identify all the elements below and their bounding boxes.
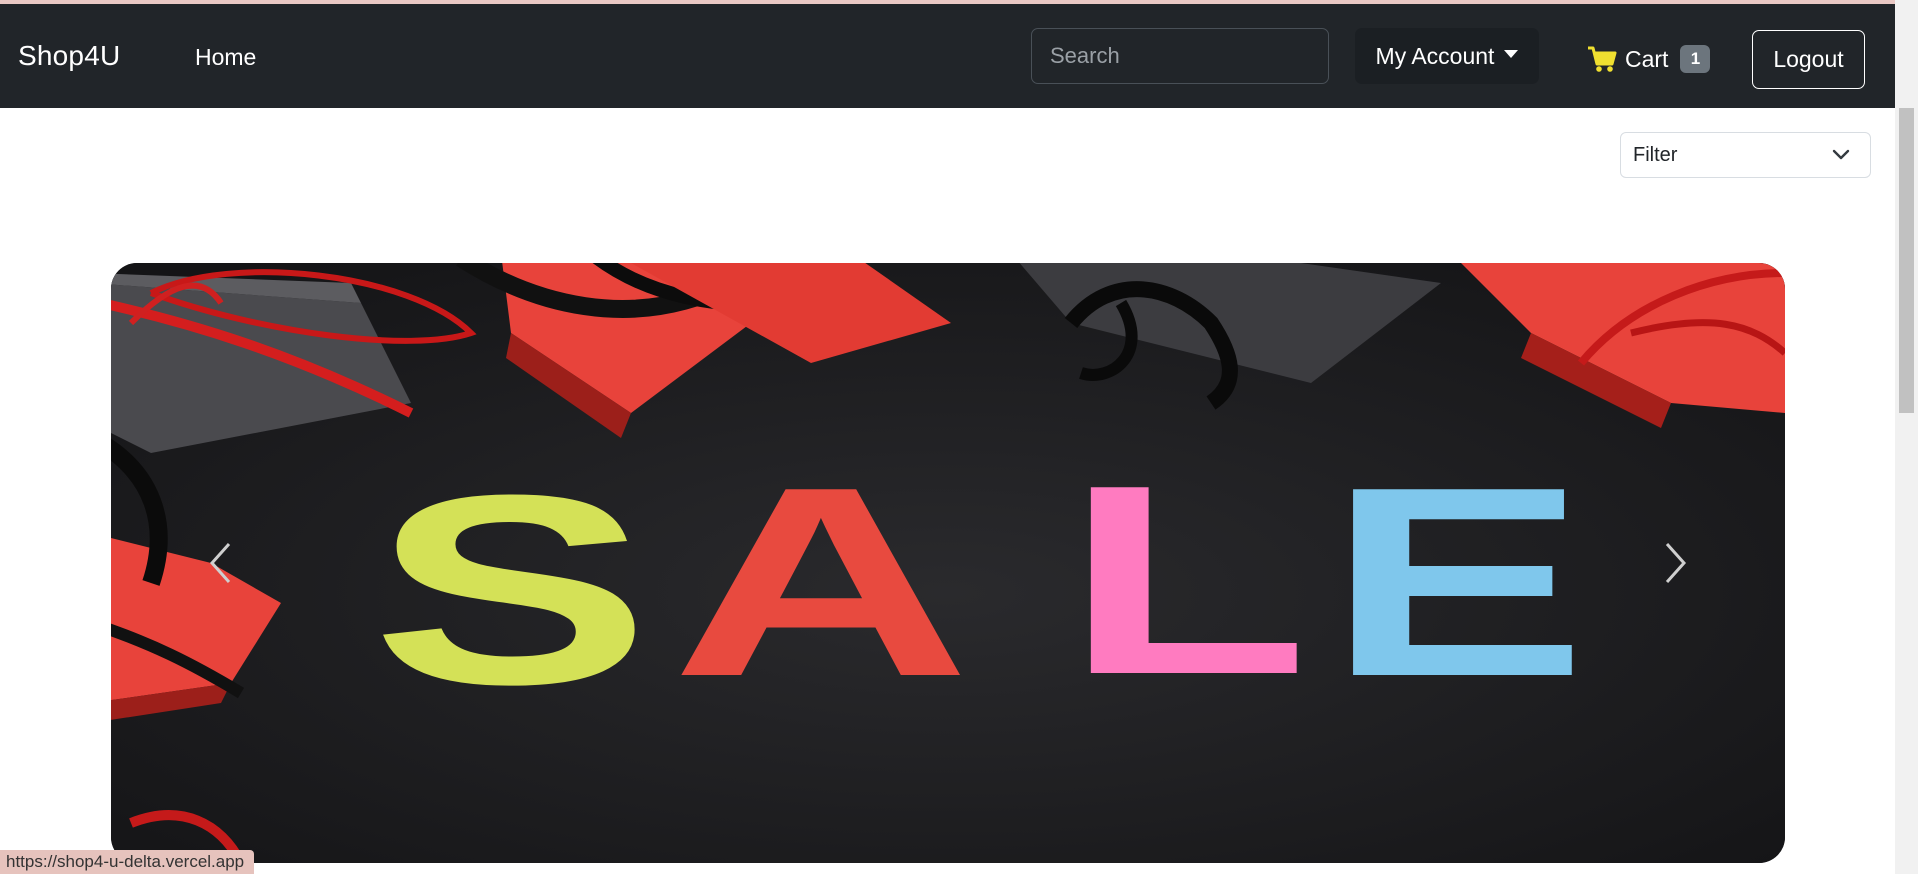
carousel-prev-button[interactable] [151,263,291,863]
cart-link[interactable]: Cart 1 [1587,42,1711,76]
cart-label: Cart [1625,45,1669,72]
filter-select[interactable]: Filter [1620,132,1871,178]
logout-button[interactable]: Logout [1752,30,1865,89]
hero-carousel[interactable]: S A L E [111,263,1785,863]
brand-link[interactable]: Shop4U [18,40,120,72]
filter-selected-value: Filter [1633,143,1678,166]
chevron-down-icon [1832,149,1850,160]
scrollbar-thumb[interactable] [1899,108,1914,413]
search-input[interactable] [1031,28,1329,84]
svg-text:S: S [371,440,651,741]
caret-down-icon [1504,50,1519,58]
my-account-dropdown-button[interactable]: My Account [1355,28,1539,84]
cart-count-badge: 1 [1680,45,1711,73]
svg-text:E: E [1327,432,1587,733]
page-scrollbar[interactable] [1895,0,1918,874]
chevron-right-icon [1665,542,1687,584]
chevron-left-icon [209,542,231,584]
nav-home-link[interactable]: Home [195,44,256,71]
status-bar-url: https://shop4-u-delta.vercel.app [0,850,255,874]
my-account-label: My Account [1375,42,1495,69]
navbar: Shop4U Home My Account Cart 1 Logout [0,4,1895,108]
svg-text:A: A [671,432,971,733]
svg-text:L: L [1064,430,1309,731]
carousel-next-button[interactable] [1605,263,1745,863]
sale-banner-image: S A L E [111,263,1785,863]
cart-icon [1588,46,1617,72]
